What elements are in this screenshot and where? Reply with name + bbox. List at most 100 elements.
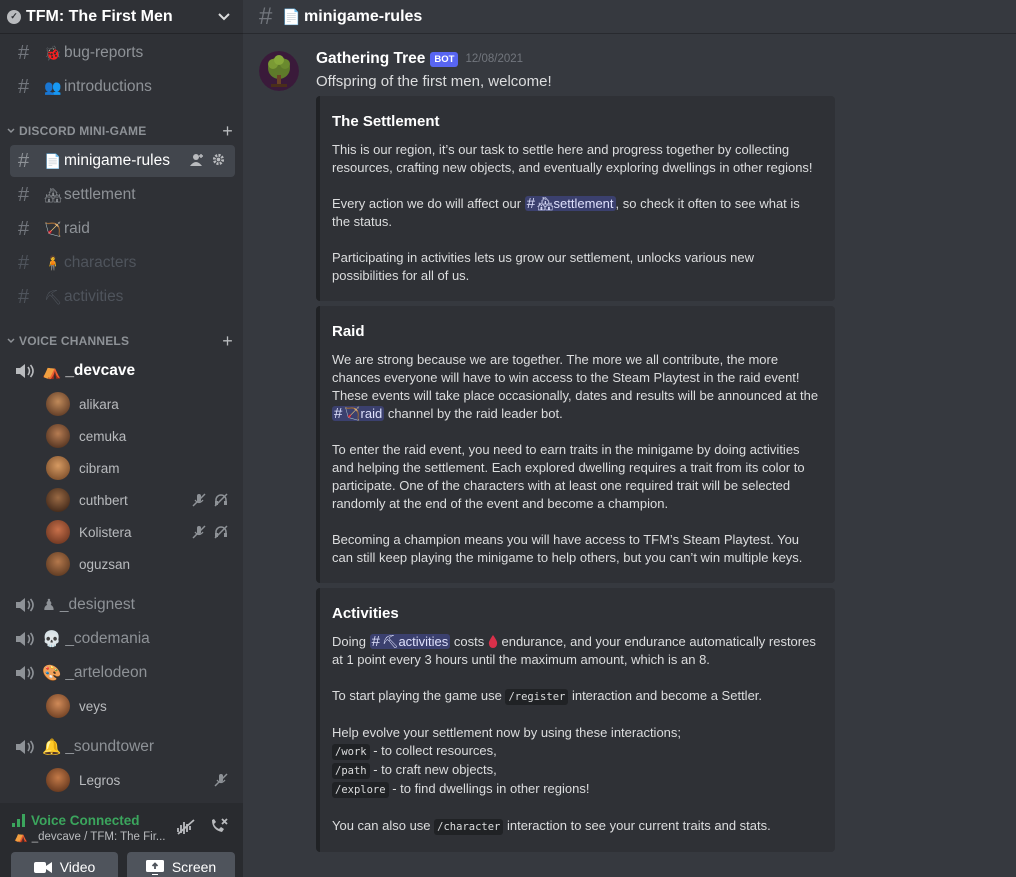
tent-emoji-icon: ⛺ bbox=[14, 831, 28, 843]
command-register: /register bbox=[505, 689, 569, 705]
avatar bbox=[46, 456, 70, 480]
channel-settlement[interactable]: # 🏘 settlement bbox=[10, 179, 235, 211]
video-button[interactable]: Video bbox=[11, 852, 118, 877]
speaker-icon bbox=[16, 740, 34, 754]
category-voice[interactable]: VOICE CHANNELS + bbox=[6, 331, 233, 351]
palette-emoji-icon: 🎨 bbox=[42, 664, 62, 682]
hash-icon: # bbox=[18, 251, 30, 274]
pickaxe-emoji-icon: ⛏ bbox=[381, 634, 399, 649]
user-name: Legros bbox=[79, 772, 121, 788]
channel-characters[interactable]: # 🧍 characters bbox=[10, 247, 235, 279]
screen-share-icon bbox=[145, 859, 164, 875]
voice-location-label: _devcave / TFM: The Fir... bbox=[31, 830, 166, 843]
channel-minigame-rules[interactable]: # 📄 minigame-rules bbox=[10, 145, 235, 177]
channel-bug-reports[interactable]: # 🐞 bug-reports bbox=[10, 37, 235, 69]
chess-emoji-icon: ♟ bbox=[42, 596, 56, 614]
gear-icon[interactable] bbox=[212, 153, 225, 170]
voice-user[interactable]: cemuka bbox=[46, 422, 236, 450]
embed-title: The Settlement bbox=[332, 113, 440, 130]
settlement-emoji-icon: 🏘 bbox=[44, 186, 62, 203]
page-emoji-icon: 📄 bbox=[44, 152, 62, 169]
hash-icon: # bbox=[18, 183, 30, 206]
video-label: Video bbox=[59, 859, 96, 875]
command-path: /path bbox=[332, 763, 370, 779]
command-explore: /explore bbox=[332, 782, 389, 798]
verified-icon: ✓ bbox=[7, 9, 21, 24]
add-channel-icon[interactable]: + bbox=[222, 331, 233, 352]
author-name[interactable]: Gathering Tree bbox=[316, 50, 425, 68]
user-name: cibram bbox=[79, 460, 120, 476]
channel-mention-activities[interactable]: # ⛏activities bbox=[369, 633, 451, 650]
voice-user[interactable]: Legros bbox=[46, 766, 236, 794]
person-emoji-icon: 🧍 bbox=[44, 254, 62, 271]
chevron-down-icon[interactable] bbox=[217, 9, 231, 25]
voice-user[interactable]: oguzsan bbox=[46, 550, 236, 578]
voice-user[interactable]: cibram bbox=[46, 454, 236, 482]
voice-location[interactable]: ⛺ _devcave / TFM: The Fir... bbox=[14, 830, 166, 844]
signal-icon bbox=[12, 814, 25, 827]
embed-activities: Activities Doing # ⛏activities costs endu… bbox=[316, 588, 835, 852]
avatar bbox=[46, 768, 70, 792]
speaker-icon bbox=[16, 364, 34, 378]
channel-label: bug-reports bbox=[64, 44, 144, 61]
voice-channel-devcave[interactable]: ⛺ _devcave bbox=[14, 356, 234, 386]
voice-channel-artelodeon[interactable]: 🎨 _artelodeon bbox=[14, 658, 234, 688]
voice-user[interactable]: cuthbert bbox=[46, 486, 236, 514]
channel-activities[interactable]: # ⛏ activities bbox=[10, 281, 235, 313]
channel-label: minigame-rules bbox=[64, 152, 170, 169]
server-header[interactable]: ✓ TFM: The First Men bbox=[0, 0, 243, 33]
mic-muted-icon bbox=[214, 773, 228, 787]
channel-mention-settlement[interactable]: # 🏘settlement bbox=[524, 195, 616, 212]
speaker-icon bbox=[16, 632, 34, 646]
screen-label: Screen bbox=[171, 859, 217, 875]
chevron-icon bbox=[7, 338, 15, 344]
speaker-icon bbox=[16, 666, 34, 680]
command-character: /character bbox=[434, 819, 504, 835]
embed-paragraph: To enter the raid event, you need to ear… bbox=[332, 442, 805, 511]
voice-user[interactable]: alikara bbox=[46, 390, 236, 418]
embed-paragraph: You can also use /character interaction … bbox=[332, 818, 771, 835]
embed-paragraph: Doing # ⛏activities costs endurance, and … bbox=[332, 633, 816, 667]
avatar bbox=[46, 488, 70, 512]
hash-icon: # bbox=[18, 75, 30, 98]
page-emoji-icon: 📄 bbox=[282, 8, 302, 26]
channel-label: characters bbox=[64, 254, 137, 271]
deafened-icon bbox=[214, 493, 228, 507]
voice-user[interactable]: veys bbox=[46, 692, 236, 720]
embed-raid: Raid We are strong because we are togeth… bbox=[316, 306, 835, 583]
voice-status[interactable]: Voice Connected bbox=[12, 813, 140, 828]
bot-avatar[interactable] bbox=[259, 51, 299, 91]
avatar bbox=[46, 552, 70, 576]
screen-share-button[interactable]: Screen bbox=[127, 852, 235, 877]
invite-icon[interactable] bbox=[190, 153, 204, 170]
voice-channel-designest[interactable]: ♟ _designest bbox=[14, 590, 234, 620]
blood-drop-icon bbox=[488, 634, 498, 649]
server-name: TFM: The First Men bbox=[26, 7, 173, 25]
user-name: cuthbert bbox=[79, 492, 128, 508]
voice-user[interactable]: Kolistera bbox=[46, 518, 236, 546]
hash-icon: # bbox=[18, 217, 30, 240]
user-name: cemuka bbox=[79, 428, 127, 444]
channel-introductions[interactable]: # 👥 introductions bbox=[10, 71, 235, 103]
embed-paragraph: Every action we do will affect our # 🏘set… bbox=[332, 195, 800, 229]
tent-emoji-icon: ⛺ bbox=[42, 362, 62, 380]
voice-channel-label: _designest bbox=[59, 596, 135, 613]
voice-channel-soundtower[interactable]: 🔔 _soundtower bbox=[14, 732, 234, 762]
voice-channel-codemania[interactable]: 💀 _codemania bbox=[14, 624, 234, 654]
channel-label: raid bbox=[64, 220, 90, 237]
bug-emoji-icon: 🐞 bbox=[44, 44, 62, 61]
hash-icon: # bbox=[18, 149, 30, 172]
channel-mention-raid[interactable]: # 🏹raid bbox=[332, 405, 385, 422]
bow-emoji-icon: 🏹 bbox=[344, 406, 361, 421]
add-channel-icon[interactable]: + bbox=[222, 121, 233, 142]
mic-muted-icon bbox=[192, 493, 206, 507]
noise-suppression-icon[interactable] bbox=[176, 818, 196, 841]
channel-raid[interactable]: # 🏹 raid bbox=[10, 213, 235, 245]
channel-title-label: minigame-rules bbox=[304, 7, 423, 25]
timestamp: 12/08/2021 bbox=[465, 53, 524, 65]
category-minigame[interactable]: DISCORD MINI-GAME + bbox=[6, 121, 233, 141]
embed-paragraph: This is our region, it’s our task to set… bbox=[332, 142, 813, 175]
skull-emoji-icon: 💀 bbox=[42, 630, 62, 648]
user-name: alikara bbox=[79, 396, 119, 412]
disconnect-call-icon[interactable] bbox=[209, 817, 229, 840]
